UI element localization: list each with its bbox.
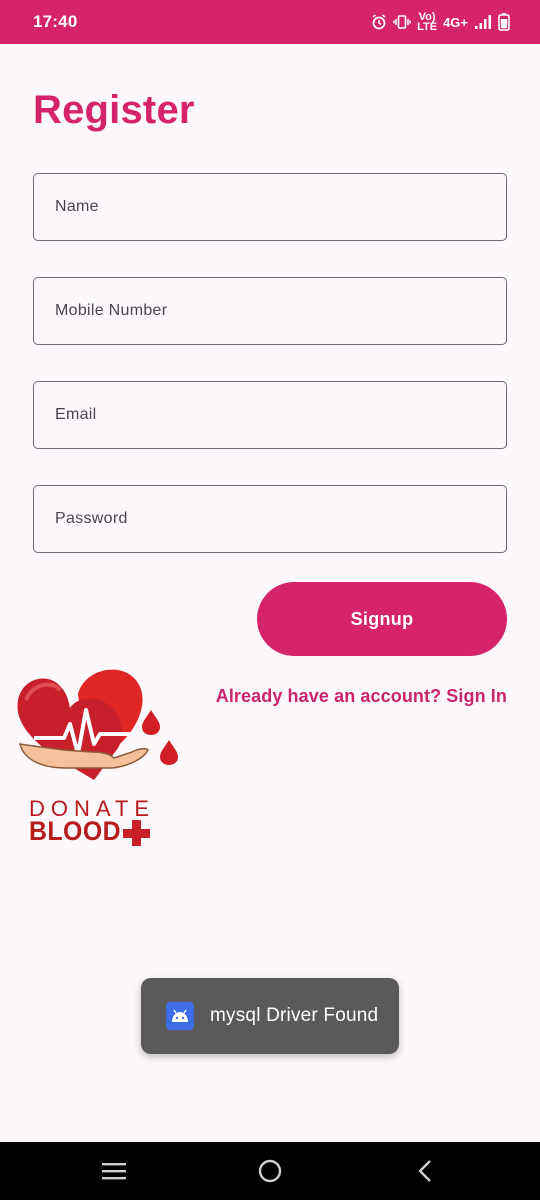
logo-text-blood: BLOOD: [29, 816, 121, 846]
volte-bottom-label: LTE: [417, 21, 438, 33]
name-input[interactable]: [34, 174, 506, 240]
password-field[interactable]: [33, 485, 507, 553]
recents-button[interactable]: [74, 1142, 154, 1200]
signup-button[interactable]: Signup: [257, 582, 507, 656]
blood-drop-2: [160, 740, 178, 765]
toast-message: mysql Driver Found: [210, 1005, 379, 1026]
alarm-icon: [372, 14, 386, 30]
back-button[interactable]: [385, 1142, 465, 1200]
battery-icon: [498, 13, 510, 31]
register-screen: 17:40 Vo) LTE 4G+ Register Name Mobile N…: [0, 0, 540, 1200]
page-title: Register: [33, 88, 195, 132]
status-icons: Vo) LTE 4G+: [371, 11, 510, 33]
status-time: 17:40: [33, 12, 78, 31]
back-chevron-icon: [418, 1160, 431, 1182]
navigation-bar: [0, 1142, 540, 1200]
home-button[interactable]: [230, 1142, 310, 1200]
email-field[interactable]: [33, 381, 507, 449]
plus-horizontal: [123, 829, 150, 838]
blood-drop-1: [142, 710, 160, 735]
password-input[interactable]: [34, 486, 506, 552]
menu-icon: [102, 1163, 126, 1180]
mobile-field[interactable]: [33, 277, 507, 345]
signin-link[interactable]: Already have an account? Sign In: [216, 686, 507, 707]
email-input[interactable]: [34, 382, 506, 448]
vibrate-icon: [393, 15, 411, 29]
android-icon: [166, 1002, 194, 1030]
network-type-label: 4G+: [443, 14, 468, 30]
mobile-input[interactable]: [34, 278, 506, 344]
volte-indicator: Vo) LTE: [417, 12, 438, 33]
name-field[interactable]: [33, 173, 507, 241]
toast: mysql Driver Found: [141, 978, 399, 1054]
status-bar: 17:40 Vo) LTE 4G+: [0, 0, 540, 44]
signal-icon: [475, 15, 491, 29]
home-circle-icon: [258, 1159, 282, 1183]
